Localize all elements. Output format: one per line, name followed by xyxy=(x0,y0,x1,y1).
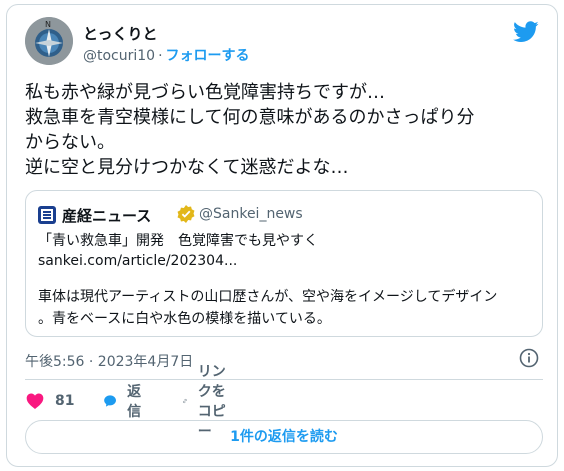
author-handle[interactable]: @tocuri10 xyxy=(83,48,155,64)
reply-label: 返信 xyxy=(127,384,142,420)
like-count: 81 xyxy=(55,393,75,409)
tweet-line: からない。 xyxy=(25,132,115,153)
tweet-card: N とっくりと @tocuri10 · フォローする 私も赤や緑が見づらい色覚障害持… xyxy=(6,4,558,467)
tweet-text: 私も赤や緑が見づらい色覚障害持ちですが… 救急車を青空模様にして何の意味があるの… xyxy=(25,80,545,180)
avatar[interactable]: N xyxy=(25,17,73,65)
reply-button[interactable]: 返信 xyxy=(103,384,147,420)
tweet-line: 救急車を青空模様にして何の意味があるのかさっぱり分 xyxy=(25,107,475,128)
author-meta: @tocuri10 · フォローする xyxy=(83,45,250,65)
separator: · xyxy=(158,48,163,64)
heart-icon xyxy=(26,393,44,409)
tweet-line: 私も赤や緑が見づらい色覚障害持ちですが… xyxy=(25,82,385,103)
tweet-line: 逆に空と見分けつかなくて迷惑だよな… xyxy=(25,157,349,178)
timestamp[interactable]: 午後5:56 · 2023年4月7日 xyxy=(25,351,193,371)
twitter-bird-icon[interactable] xyxy=(513,21,539,43)
author-name[interactable]: とっくりと xyxy=(83,23,158,44)
link-icon xyxy=(183,398,187,404)
read-replies-button[interactable]: 1件の返信を読む xyxy=(25,420,543,454)
copy-link-button[interactable]: リンクをコピー xyxy=(182,364,226,440)
quoted-body-line: 。青をベースに白や水色の模様を描いている。 xyxy=(38,311,331,327)
svg-text:N: N xyxy=(45,20,51,29)
quoted-title: 「青い救急車」開発 色覚障害でも見やすく xyxy=(38,233,318,249)
sankei-logo-icon xyxy=(38,206,56,224)
follow-button[interactable]: フォローする xyxy=(166,48,250,64)
quoted-body-line: 車体は現代アーティストの山口歴さんが、空や海をイメージしてデザイン xyxy=(38,289,498,305)
reply-bubble-icon xyxy=(104,395,116,407)
quoted-author-handle: @Sankei_news xyxy=(199,206,303,222)
quoted-author-name: 産経ニュース xyxy=(62,207,152,225)
quoted-link[interactable]: sankei.com/article/202304... xyxy=(38,251,237,271)
quoted-tweet[interactable]: 産経ニュース @Sankei_news 「青い救急車」開発 色覚障害でも見やすく… xyxy=(25,190,543,337)
divider xyxy=(25,379,543,380)
info-icon[interactable] xyxy=(519,348,539,368)
like-button[interactable]: 81 xyxy=(25,389,74,413)
verified-gold-icon xyxy=(177,205,195,223)
